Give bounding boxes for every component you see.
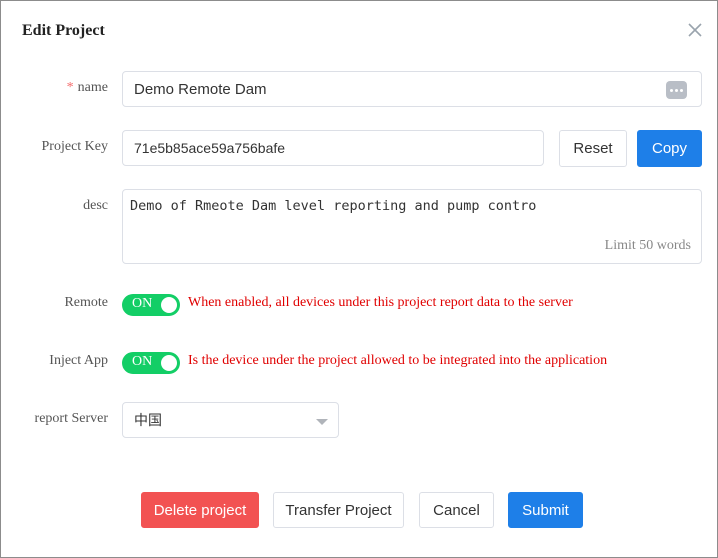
transfer-project-button[interactable]: Transfer Project <box>273 492 404 528</box>
dialog-title: Edit Project <box>22 22 105 39</box>
inject-app-switch-text: ON <box>132 354 153 369</box>
name-label: * name <box>67 80 108 96</box>
cancel-button[interactable]: Cancel <box>419 492 494 528</box>
report-server-select[interactable]: 中国 <box>122 402 339 438</box>
remote-switch-text: ON <box>132 296 153 311</box>
project-key-value: 71e5b85ace59a756bafe <box>134 140 286 156</box>
report-server-value: 中国 <box>134 412 162 428</box>
desc-limit-text: Limit 50 words <box>604 238 691 253</box>
name-input[interactable]: Demo Remote Dam <box>122 71 702 107</box>
remote-switch[interactable]: ON <box>122 294 180 316</box>
inject-app-label: Inject App <box>49 353 108 368</box>
desc-value: Demo of Rmeote Dam level reporting and p… <box>130 198 537 214</box>
report-server-label: report Server <box>34 411 108 426</box>
more-icon[interactable] <box>666 81 687 99</box>
name-label-text: name <box>77 80 108 95</box>
chevron-down-icon <box>316 419 328 425</box>
edit-project-dialog: Edit Project * name Demo Remote Dam Proje… <box>0 0 718 558</box>
required-mark: * <box>66 80 74 95</box>
remote-label: Remote <box>64 295 108 310</box>
submit-button[interactable]: Submit <box>508 492 583 528</box>
close-icon[interactable] <box>685 20 705 40</box>
copy-button[interactable]: Copy <box>637 130 702 167</box>
inject-app-switch-knob <box>161 355 177 371</box>
project-key-input[interactable]: 71e5b85ace59a756bafe <box>122 130 544 166</box>
inject-app-switch[interactable]: ON <box>122 352 180 374</box>
remote-hint: When enabled, all devices under this pro… <box>188 295 573 310</box>
delete-project-button[interactable]: Delete project <box>141 492 259 528</box>
desc-textarea[interactable]: Demo of Rmeote Dam level reporting and p… <box>122 189 702 264</box>
inject-app-hint: Is the device under the project allowed … <box>188 353 608 368</box>
name-input-value: Demo Remote Dam <box>134 80 267 98</box>
project-key-label: Project Key <box>41 139 108 154</box>
desc-label: desc <box>83 198 108 213</box>
remote-switch-knob <box>161 297 177 313</box>
reset-button[interactable]: Reset <box>559 130 627 167</box>
